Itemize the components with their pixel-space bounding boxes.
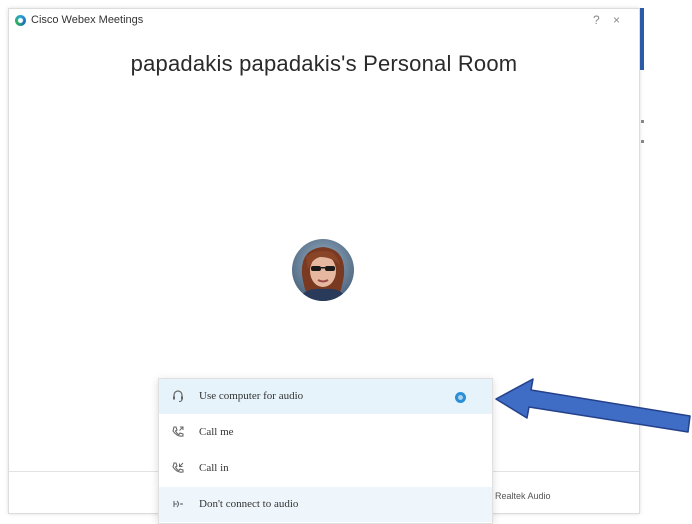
avatar-photo-icon [292,239,354,301]
audio-off-icon [171,497,185,511]
app-title: Cisco Webex Meetings [31,14,144,26]
phone-incoming-icon [171,461,185,475]
phone-outgoing-icon [171,425,185,439]
menu-item-use-computer-audio[interactable]: Use computer for audio [159,379,492,414]
webex-logo-icon [15,15,26,26]
background-window-mark [641,140,644,143]
speaker-label[interactable]: Realtek Audio [495,491,551,501]
help-icon[interactable]: ? [593,13,600,27]
close-icon[interactable]: × [613,13,620,27]
menu-item-call-in[interactable]: Call in [159,451,492,486]
room-title: papadakis papadakis's Personal Room [130,51,518,76]
title-bar: Cisco Webex Meetings ? × [9,9,639,33]
selected-check-icon [455,392,466,403]
menu-item-call-me[interactable]: Call me [159,415,492,450]
background-window-mark [641,120,644,123]
menu-item-label: Call in [199,462,229,474]
background-window-edge [640,8,644,70]
avatar [292,239,354,301]
menu-item-label: Use computer for audio [199,390,304,402]
audio-connection-menu: Use computer for audio Call me Call in D… [158,378,493,524]
menu-item-dont-connect-audio[interactable]: Don't connect to audio [159,487,492,522]
menu-item-label: Call me [199,426,234,438]
menu-item-label: Don't connect to audio [199,498,299,510]
headset-icon [171,389,185,403]
